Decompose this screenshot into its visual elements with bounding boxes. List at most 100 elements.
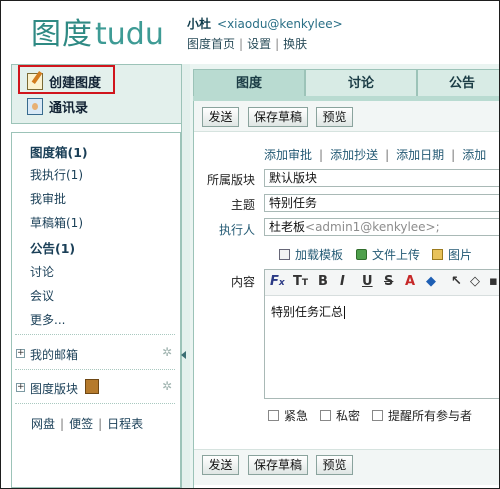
font-color-icon[interactable]: A <box>405 275 415 289</box>
add-links: 添加审批 | 添加抄送 | 添加日期 | 添加 <box>264 146 486 163</box>
tab-announcement[interactable]: 公告 <box>417 69 499 96</box>
board-label: 所属版块 <box>206 173 255 187</box>
preview-button[interactable]: 预览 <box>316 107 353 127</box>
eraser-icon[interactable]: ◇ <box>470 275 480 289</box>
text-caret <box>344 306 346 319</box>
link-home[interactable]: 图度首页 <box>187 37 235 51</box>
link-add-date[interactable]: 添加日期 <box>396 148 444 162</box>
highlight-box <box>18 65 115 94</box>
sidebar-item-meeting[interactable]: 会议 <box>30 287 54 304</box>
top-links: 图度首页 | 设置 | 换肤 <box>187 35 307 52</box>
separator: | <box>239 37 244 51</box>
assignee-input[interactable]: 杜老板<admin1@kenkylee>; <box>264 218 499 236</box>
editor-toolbar: Fx TT B I U S A ◆ ↖ ◇ ▪ <box>265 270 499 296</box>
link-add-cc[interactable]: 添加抄送 <box>330 148 378 162</box>
editor-text: 特别任务汇总 <box>271 305 344 319</box>
link-notes[interactable]: 便签 <box>69 417 93 431</box>
underline-icon[interactable]: U <box>362 275 373 289</box>
private-label: 私密 <box>336 409 361 423</box>
sidebar-item-announcements[interactable]: 公告(1) <box>30 238 75 257</box>
sidebar-item-my-approval[interactable]: 我审批 <box>30 190 66 207</box>
checkbox-box <box>372 410 384 421</box>
board-settings-gear-icon[interactable]: ✲ <box>162 379 172 393</box>
subject-input[interactable]: 特别任务 <box>264 194 499 212</box>
divider <box>15 334 175 335</box>
address-book-icon <box>27 98 43 115</box>
logo-chinese: 图度 <box>31 17 93 52</box>
highlight-color-icon[interactable]: ◆ <box>426 275 436 289</box>
remind-all-label: 提醒所有参与者 <box>388 409 473 423</box>
private-checkbox[interactable]: 私密 <box>320 407 360 424</box>
font-family-icon[interactable]: Fx <box>270 275 285 290</box>
strikethrough-icon[interactable]: S <box>384 275 393 289</box>
urgent-label: 紧急 <box>284 409 309 423</box>
separator: | <box>275 37 280 51</box>
font-size-icon[interactable]: TT <box>293 275 308 290</box>
app-window: 图度 tudu 小杜 <xiaodu@kenkylee> 图度首页 | 设置 | 换肤 创… <box>0 0 500 489</box>
separator: | <box>451 148 456 162</box>
pointer-icon[interactable]: ↖ <box>451 275 462 289</box>
content-label: 内容 <box>230 275 255 289</box>
options-row: 紧急 私密 提醒所有参与者 <box>268 407 484 424</box>
link-add-approval[interactable]: 添加审批 <box>264 148 312 162</box>
divider <box>15 403 175 404</box>
bold-icon[interactable]: B <box>318 275 328 289</box>
tab-discussion[interactable]: 讨论 <box>305 69 417 96</box>
image-icon <box>432 249 443 260</box>
contacts-button[interactable]: 通讯录 <box>27 97 88 116</box>
logo-english: tudu <box>95 17 164 52</box>
collapse-arrow-icon[interactable] <box>181 351 186 359</box>
mailbox-settings-gear-icon[interactable]: ✲ <box>162 345 172 359</box>
tudu-logo[interactable]: 图度 tudu <box>31 9 164 52</box>
link-settings[interactable]: 设置 <box>247 37 271 51</box>
sidebar-item-board[interactable]: 图度版块 <box>30 380 78 397</box>
checkbox-box <box>268 410 279 421</box>
preview-button-bottom[interactable]: 预览 <box>316 455 353 475</box>
send-button[interactable]: 发送 <box>202 107 239 127</box>
divider <box>15 369 175 370</box>
separator: | <box>319 148 324 162</box>
assignee-label[interactable]: 执行人 <box>195 221 255 238</box>
editor-content[interactable]: 特别任务汇总 <box>271 303 346 320</box>
more-tools-icon[interactable]: ▪ <box>489 275 498 289</box>
sidebar-nav-panel <box>11 132 181 488</box>
save-draft-button-bottom[interactable]: 保存草稿 <box>248 455 308 475</box>
rich-text-editor[interactable]: Fx TT B I U S A ◆ ↖ ◇ ▪ 特别任务汇总 <box>264 269 499 399</box>
urgent-checkbox[interactable]: 紧急 <box>268 407 308 424</box>
send-button-bottom[interactable]: 发送 <box>202 455 239 475</box>
sidebar-item-more[interactable]: 更多... <box>30 311 65 328</box>
separator: | <box>385 148 390 162</box>
expand-board-icon[interactable]: + <box>16 383 25 392</box>
file-upload-button[interactable]: 文件上传 <box>356 246 420 263</box>
assignee-email: <admin1@kenkylee>; <box>305 220 440 234</box>
expand-mailbox-icon[interactable]: + <box>16 349 25 358</box>
user-info: 小杜 <xiaodu@kenkylee> <box>187 15 343 32</box>
sidebar-item-my-execution[interactable]: 我执行(1) <box>30 166 83 183</box>
sidebar-item-tudu-box[interactable]: 图度箱(1) <box>30 142 88 161</box>
sidebar-item-mailbox[interactable]: 我的邮箱 <box>30 346 78 363</box>
save-draft-button[interactable]: 保存草稿 <box>248 107 308 127</box>
image-label: 图片 <box>448 248 473 262</box>
checkbox-box <box>320 410 332 421</box>
link-add-more[interactable]: 添加 <box>462 148 486 162</box>
user-name: 小杜 <box>187 17 212 31</box>
user-email: <xiaodu@kenkylee> <box>217 17 343 31</box>
subject-label: 主题 <box>230 198 255 212</box>
separator: | <box>98 417 103 431</box>
link-calendar[interactable]: 日程表 <box>107 417 143 431</box>
upload-icon <box>356 249 367 260</box>
sidebar-bottom-links: 网盘 | 便签 | 日程表 <box>31 415 143 432</box>
board-box-icon <box>85 379 99 394</box>
link-skin[interactable]: 换肤 <box>283 37 307 51</box>
file-upload-label: 文件上传 <box>372 248 421 262</box>
sidebar-item-drafts[interactable]: 草稿箱(1) <box>30 214 83 231</box>
remind-all-checkbox[interactable]: 提醒所有参与者 <box>372 407 472 424</box>
italic-icon[interactable]: I <box>340 275 345 289</box>
load-template-button[interactable]: 加载模板 <box>279 246 343 263</box>
board-select[interactable]: 默认版块 <box>264 169 499 187</box>
link-netdisk[interactable]: 网盘 <box>31 417 55 431</box>
image-button[interactable]: 图片 <box>432 246 472 263</box>
template-icon <box>279 249 290 260</box>
sidebar-item-discussion[interactable]: 讨论 <box>30 263 54 280</box>
tab-tudu[interactable]: 图度 <box>193 69 305 96</box>
